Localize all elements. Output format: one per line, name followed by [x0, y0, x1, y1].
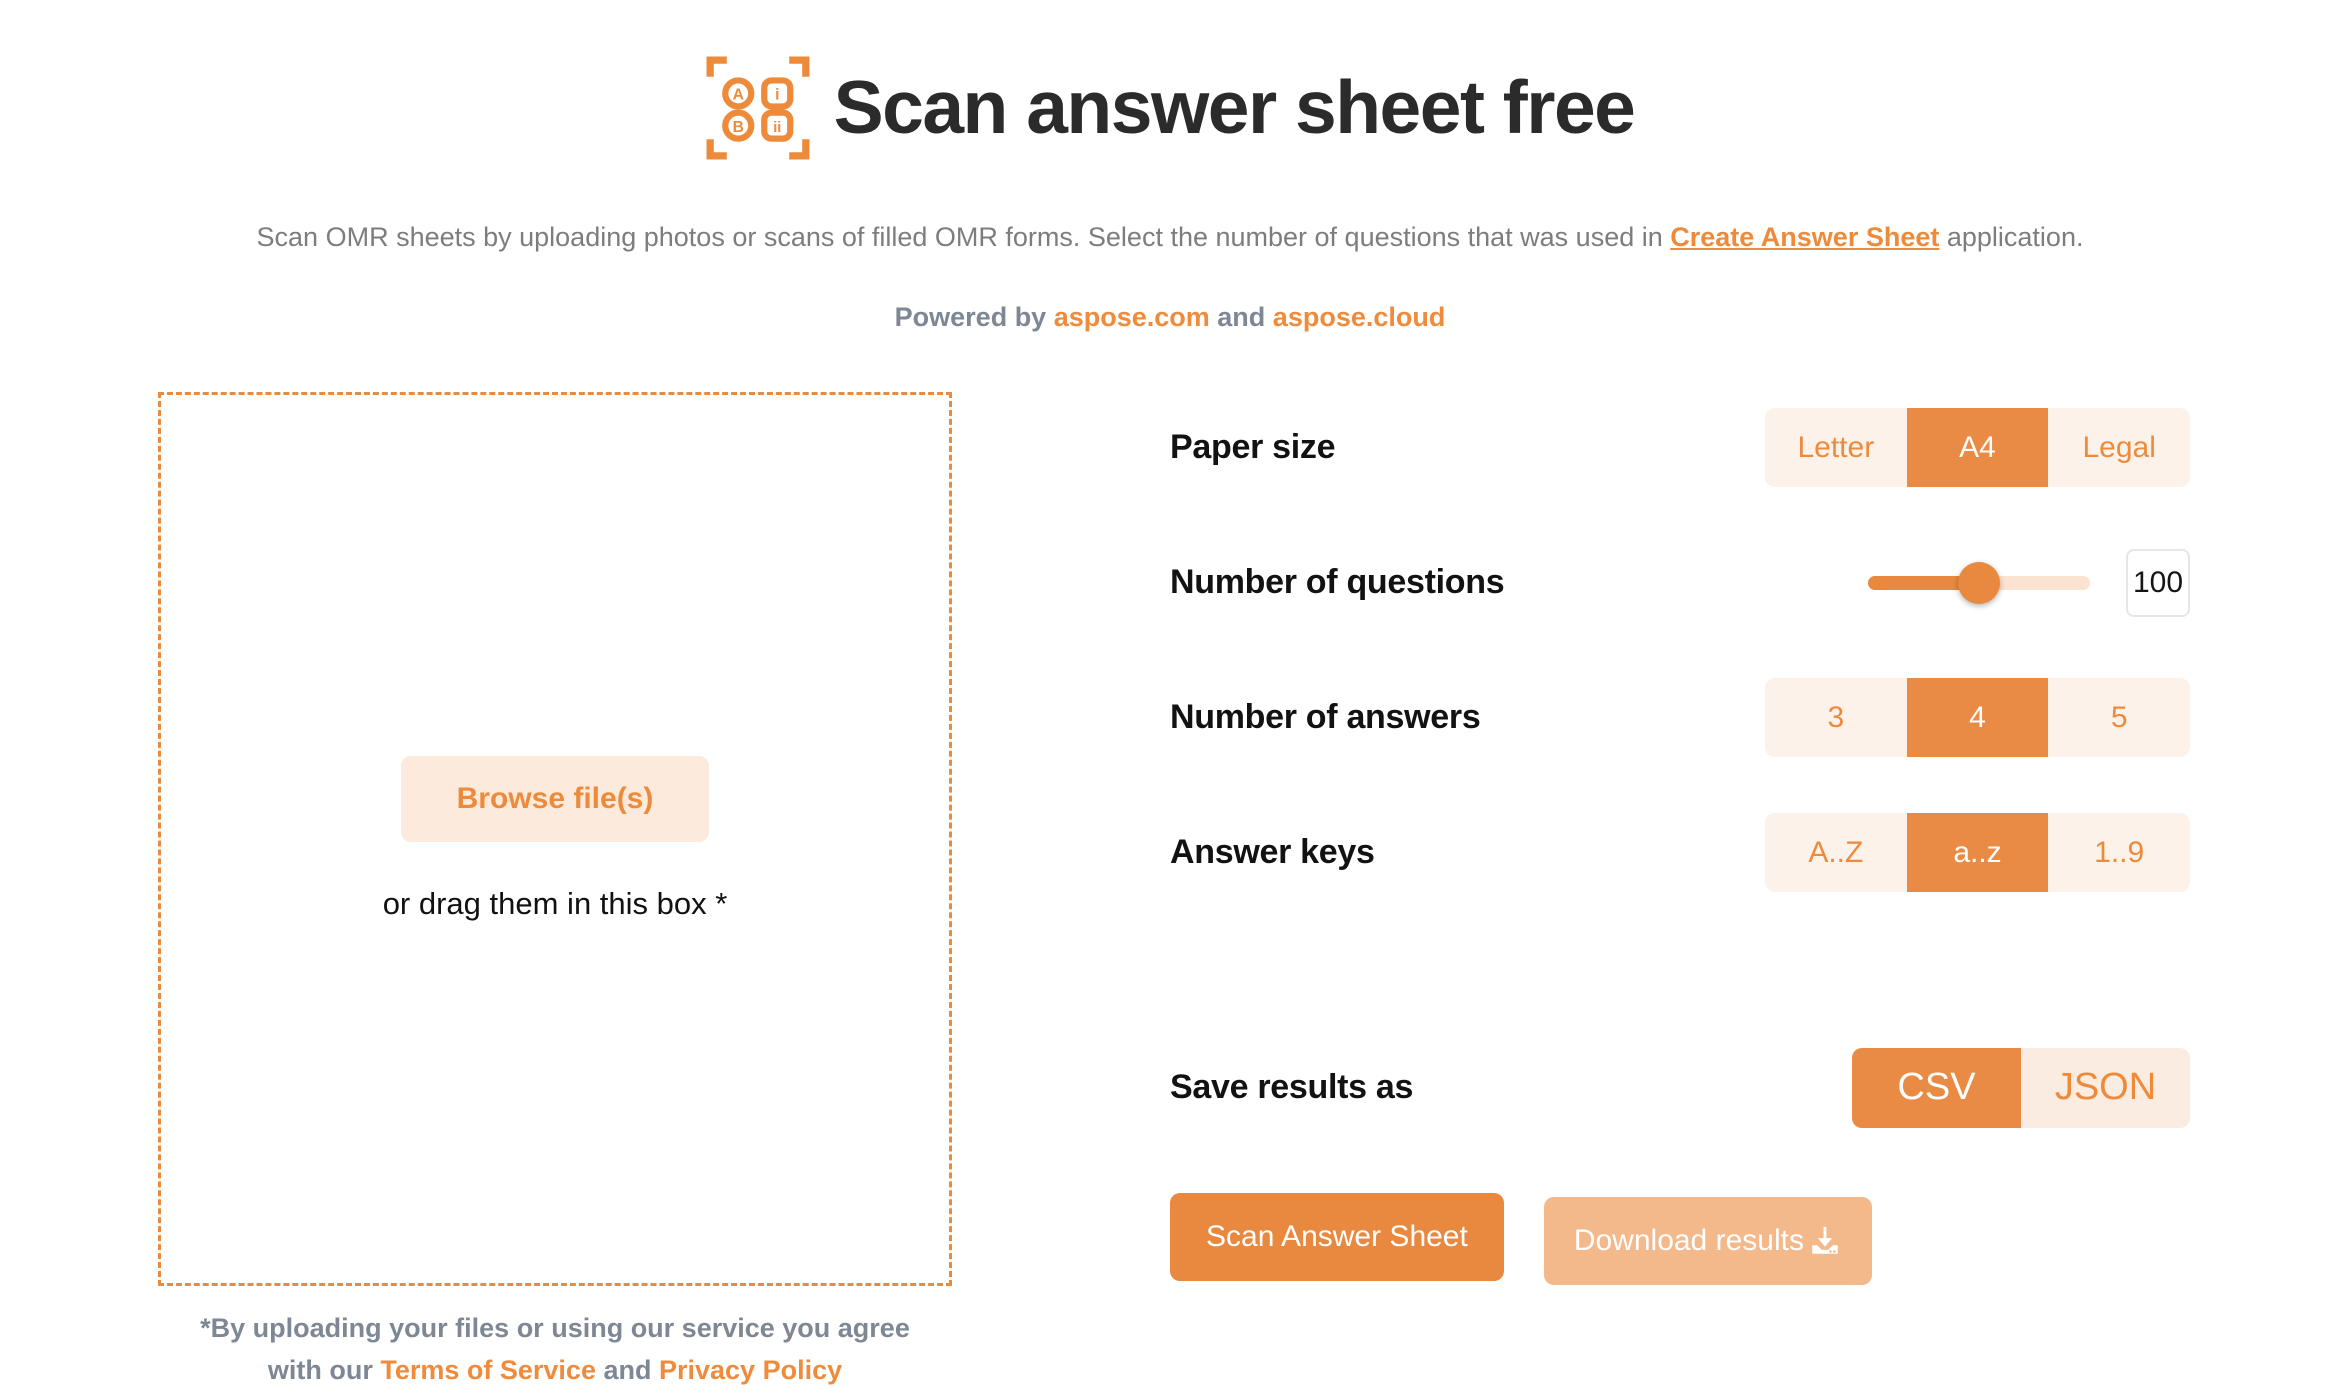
slider-thumb[interactable]	[1958, 561, 2000, 604]
number-of-questions-slider-wrap: 100	[1868, 548, 2190, 617]
page-title: Scan answer sheet free	[833, 65, 1636, 150]
setting-row-answer-keys: Answer keys A..Z a..z 1..9	[1170, 785, 2190, 920]
scan-answer-sheet-button[interactable]: Scan Answer Sheet	[1170, 1193, 1504, 1281]
agreement-text: *By uploading your files or using our se…	[158, 1308, 952, 1392]
powered-and-label: and	[1209, 301, 1273, 332]
paper-size-option-letter[interactable]: Letter	[1765, 408, 1907, 487]
settings-spacer	[1170, 920, 2190, 1020]
paper-size-option-legal[interactable]: Legal	[2048, 408, 2190, 487]
file-dropzone[interactable]: Browse file(s) or drag them in this box …	[158, 392, 952, 1286]
number-of-questions-value[interactable]: 100	[2126, 548, 2190, 617]
svg-text:A: A	[732, 86, 743, 103]
drag-hint-text: or drag them in this box *	[382, 886, 728, 921]
answer-keys-option-uppercase[interactable]: A..Z	[1765, 813, 1907, 892]
paper-size-segmented: Letter A4 Legal	[1765, 408, 2190, 487]
svg-text:B: B	[732, 119, 743, 136]
omr-scan-frame-icon: A B i ii	[706, 56, 810, 160]
agreement-line-2-prefix: with our	[267, 1354, 381, 1385]
answer-keys-control: A..Z a..z 1..9	[1765, 813, 2190, 892]
number-of-answers-segmented: 3 4 5	[1765, 678, 2190, 757]
download-results-button[interactable]: Download results	[1543, 1197, 1872, 1285]
subtitle-text-before: Scan OMR sheets by uploading photos or s…	[256, 222, 1671, 253]
number-of-answers-option-5[interactable]: 5	[2048, 678, 2190, 757]
answer-keys-option-numeric[interactable]: 1..9	[2048, 813, 2190, 892]
agreement-and-label: and	[595, 1354, 659, 1385]
privacy-policy-link[interactable]: Privacy Policy	[659, 1355, 842, 1385]
browse-files-button[interactable]: Browse file(s)	[400, 756, 710, 842]
download-results-label: Download results	[1573, 1224, 1804, 1257]
setting-row-paper-size: Paper size Letter A4 Legal	[1170, 380, 2190, 515]
number-of-questions-label: Number of questions	[1170, 563, 1505, 601]
subtitle-text-after: application.	[1939, 222, 2084, 253]
agreement-line-1: *By uploading your files or using our se…	[200, 1313, 910, 1343]
save-results-as-option-csv[interactable]: CSV	[1852, 1047, 2021, 1128]
paper-size-control: Letter A4 Legal	[1765, 408, 2190, 487]
aspose-cloud-link[interactable]: aspose.cloud	[1273, 302, 1446, 332]
page-subtitle: Scan OMR sheets by uploading photos or s…	[0, 219, 2340, 255]
save-results-as-option-json[interactable]: JSON	[2021, 1048, 2190, 1128]
setting-row-save-results-as: Save results as CSV JSON	[1170, 1020, 2190, 1155]
number-of-answers-option-3[interactable]: 3	[1765, 678, 1907, 757]
action-buttons: Scan Answer Sheet Download results	[1170, 1193, 2190, 1285]
main-content: Browse file(s) or drag them in this box …	[0, 380, 2340, 1385]
save-results-as-control: CSV JSON	[1852, 1047, 2190, 1128]
save-results-as-segmented: CSV JSON	[1852, 1047, 2190, 1128]
aspose-com-link[interactable]: aspose.com	[1054, 302, 1210, 332]
upload-column: Browse file(s) or drag them in this box …	[158, 392, 952, 1392]
powered-by-label: Powered by	[894, 301, 1054, 332]
terms-of-service-link[interactable]: Terms of Service	[380, 1355, 596, 1385]
number-of-answers-label: Number of answers	[1170, 698, 1481, 736]
number-of-answers-option-4[interactable]: 4	[1906, 678, 2049, 757]
powered-by-line: Powered by aspose.com and aspose.cloud	[0, 302, 2340, 333]
paper-size-label: Paper size	[1170, 428, 1336, 466]
svg-text:ii: ii	[773, 120, 781, 136]
setting-row-number-of-answers: Number of answers 3 4 5	[1170, 650, 2190, 785]
save-results-as-label: Save results as	[1170, 1068, 1414, 1106]
number-of-questions-slider[interactable]	[1868, 561, 2090, 604]
answer-keys-option-lowercase[interactable]: a..z	[1906, 813, 2049, 892]
create-answer-sheet-link[interactable]: Create Answer Sheet	[1670, 222, 1939, 252]
download-icon	[1808, 1224, 1842, 1258]
settings-column: Paper size Letter A4 Legal Number of que…	[1170, 380, 2190, 1285]
number-of-answers-control: 3 4 5	[1765, 678, 2190, 757]
answer-keys-label: Answer keys	[1170, 833, 1375, 871]
answer-keys-segmented: A..Z a..z 1..9	[1765, 813, 2190, 892]
scan-answer-sheet-page: A B i ii Scan answer sheet free Scan OMR…	[0, 0, 2340, 1385]
setting-row-number-of-questions: Number of questions 100	[1170, 515, 2190, 650]
page-header: A B i ii Scan answer sheet free Scan OMR…	[0, 0, 2340, 333]
svg-text:i: i	[775, 86, 779, 103]
number-of-questions-control: 100	[1868, 548, 2190, 617]
title-row: A B i ii Scan answer sheet free	[0, 18, 2340, 197]
paper-size-option-a4[interactable]: A4	[1906, 408, 2049, 487]
